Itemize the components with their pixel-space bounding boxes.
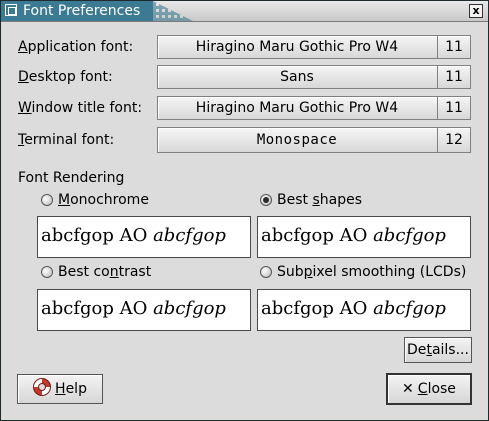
best-shapes-radio[interactable] [260,194,272,206]
preview-sample: abcfgop AO abcfgop [261,225,446,246]
close-label: Close [417,381,456,397]
window-title: Font Preferences [23,3,141,19]
application-font-label: Application font: [18,39,134,55]
monochrome-label[interactable]: Monochrome [58,191,149,209]
best-shapes-preview: abcfgop AO abcfgop [257,216,471,258]
best-shapes-label[interactable]: Best shapes [277,191,362,209]
font-preferences-window: Font Preferences x Application font: Hir… [0,0,489,421]
desktop-font-button[interactable]: Sans 11 [157,65,471,89]
desktop-font-name: Sans [280,69,314,85]
x-icon: ✕ [402,381,414,397]
close-button[interactable]: ✕ Close [386,373,472,405]
best-contrast-label[interactable]: Best contrast [58,263,151,281]
title-bar[interactable]: Font Preferences x [1,1,488,22]
title-decoration [153,1,193,21]
lifebuoy-icon [33,378,52,396]
help-button[interactable]: Help [17,374,103,404]
application-font-size: 11 [437,36,470,58]
subpixel-smoothing-radio[interactable] [260,266,272,278]
subpixel-smoothing-label[interactable]: Subpixel smoothing (LCDs) [277,263,466,281]
title-tab[interactable]: Font Preferences [1,1,153,21]
font-rendering-heading: Font Rendering [18,170,125,186]
window-title-font-name: Hiragino Maru Gothic Pro W4 [195,100,399,116]
application-font-button[interactable]: Hiragino Maru Gothic Pro W4 11 [157,35,471,59]
help-label: Help [55,381,87,397]
best-contrast-radio[interactable] [41,266,53,278]
window-close-icon[interactable]: x [469,4,483,18]
window-title-font-label: Window title font: [18,100,143,116]
preview-sample: abcfgop AO abcfgop [41,298,226,319]
subpixel-smoothing-preview: abcfgop AO abcfgop [257,289,471,331]
best-contrast-preview: abcfgop AO abcfgop [37,289,251,331]
terminal-font-label: Terminal font: [18,132,115,148]
terminal-font-name: Monospace [256,132,338,148]
desktop-font-size: 11 [437,66,470,88]
application-font-name: Hiragino Maru Gothic Pro W4 [195,39,399,55]
window-menu-icon[interactable] [5,4,17,16]
terminal-font-size: 12 [437,128,470,152]
window-title-font-button[interactable]: Hiragino Maru Gothic Pro W4 11 [157,96,471,120]
window-title-font-size: 11 [437,97,470,119]
preview-sample: abcfgop AO abcfgop [261,298,446,319]
details-button[interactable]: Details... [404,337,472,363]
terminal-font-button[interactable]: Monospace 12 [157,127,471,153]
desktop-font-label: Desktop font: [18,69,113,85]
monochrome-preview: abcfgop AO abcfgop [37,216,251,258]
monochrome-radio[interactable] [41,194,53,206]
preview-sample: abcfgop AO abcfgop [41,225,226,246]
